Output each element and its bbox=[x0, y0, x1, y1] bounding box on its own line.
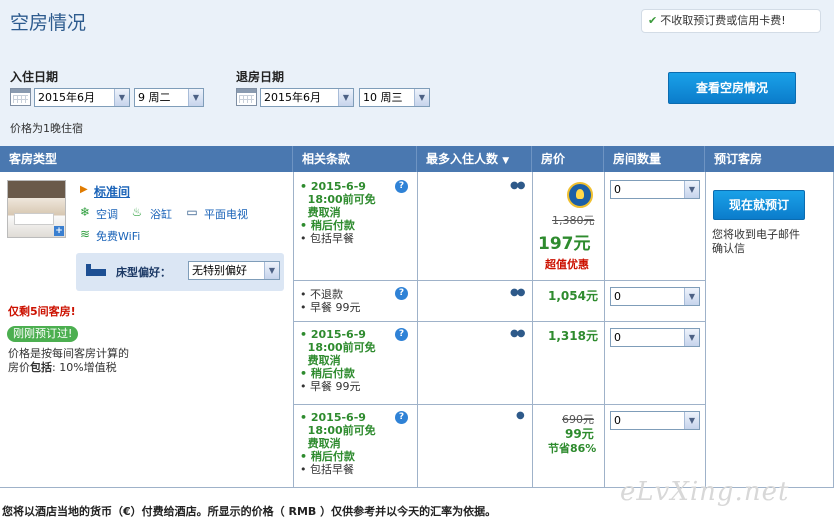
room-name-link[interactable]: 标准间 bbox=[94, 183, 130, 200]
last-rooms-alert: 仅剩5间客房! bbox=[8, 305, 76, 318]
checkout-day-select[interactable]: 10 周三 ▼ bbox=[359, 88, 430, 107]
price-per-night-note: 价格为1晚住宿 bbox=[10, 122, 83, 135]
rate-1-conditions: • 2015-6-9 18:00前可免 费取消 • 稍后付款 • 包括早餐 bbox=[300, 180, 376, 245]
bed-preference-select[interactable]: 无特别偏好 ▼ bbox=[188, 261, 280, 280]
rate-1-deal-label: 超值优惠 bbox=[545, 258, 589, 271]
checkin-label: 入住日期 bbox=[10, 70, 59, 84]
chevron-down-icon: ▼ bbox=[684, 181, 699, 198]
table-header: 客房类型 相关条款 最多入住人数 ▼ 房价 房间数量 预订客房 bbox=[0, 146, 834, 172]
sort-down-icon: ▼ bbox=[502, 156, 510, 166]
deal-badge-icon bbox=[567, 182, 593, 208]
chevron-down-icon: ▼ bbox=[684, 288, 699, 305]
one-person-icon: ● bbox=[516, 410, 525, 421]
checkout-label: 退房日期 bbox=[236, 70, 285, 84]
checkout-calendar-icon[interactable] bbox=[236, 88, 257, 106]
rate-3-quantity-select[interactable]: 0 ▼ bbox=[610, 328, 700, 347]
col-max-occupancy[interactable]: 最多入住人数 ▼ bbox=[417, 146, 532, 172]
help-icon[interactable]: ? bbox=[395, 287, 408, 300]
rate-4-conditions: • 2015-6-9 18:00前可免 费取消 • 稍后付款 • 包括早餐 bbox=[300, 411, 376, 476]
checkin-month-select[interactable]: 2015年6月 ▼ bbox=[34, 88, 130, 107]
checkmark-icon: ✔ bbox=[648, 14, 658, 27]
col-room-type: 客房类型 bbox=[0, 146, 293, 172]
room-photo[interactable]: + bbox=[7, 180, 66, 238]
two-persons-icon: ●● bbox=[510, 180, 526, 191]
chevron-down-icon: ▼ bbox=[684, 329, 699, 346]
col-quantity: 房间数量 bbox=[604, 146, 705, 172]
check-availability-button[interactable]: 查看空房情况 bbox=[668, 72, 796, 104]
checkin-calendar-icon[interactable] bbox=[10, 88, 31, 106]
help-icon[interactable]: ? bbox=[395, 411, 408, 424]
rate-3-conditions: • 2015-6-9 18:00前可免 费取消 • 稍后付款 • 早餐 99元 bbox=[300, 328, 376, 393]
grid-line bbox=[293, 172, 294, 488]
air-conditioning-icon: ❄ bbox=[79, 205, 91, 219]
rate-1-quantity-select[interactable]: 0 ▼ bbox=[610, 180, 700, 199]
grid-line bbox=[293, 404, 705, 405]
no-fee-badge: ✔ 不收取预订费或信用卡费! bbox=[641, 9, 821, 33]
rate-1-price: 197元 bbox=[538, 234, 591, 254]
rate-2-conditions: • 不退款 • 早餐 99元 bbox=[300, 288, 361, 314]
zoom-plus-icon: + bbox=[54, 226, 64, 236]
amenity-wifi: 免费WiFi bbox=[96, 230, 141, 243]
just-booked-badge: 刚刚预订过! bbox=[7, 326, 79, 342]
grid-line bbox=[293, 321, 705, 322]
chevron-down-icon: ▼ bbox=[264, 262, 279, 279]
bed-preference-label: 床型偏好： bbox=[116, 266, 171, 279]
chevron-down-icon: ▼ bbox=[114, 89, 129, 106]
col-price: 房价 bbox=[532, 146, 604, 172]
watermark: eLvXing.net bbox=[620, 477, 790, 507]
two-persons-icon: ●● bbox=[510, 328, 526, 339]
bed-icon bbox=[86, 264, 106, 277]
arrow-right-icon: ▶ bbox=[80, 184, 88, 195]
amenity-bathtub: 浴缸 bbox=[150, 208, 172, 221]
bed-preference-panel: 床型偏好： 无特别偏好 ▼ bbox=[76, 253, 284, 291]
price-calc-note: 价格是按每间客房计算的 房价包括: 10%增值税 bbox=[8, 347, 129, 374]
rate-1-old-price: 1,380元 bbox=[552, 214, 595, 227]
col-conditions: 相关条款 bbox=[293, 146, 417, 172]
rate-3-price: 1,318元 bbox=[548, 329, 598, 343]
help-icon[interactable]: ? bbox=[395, 180, 408, 193]
rate-4-quantity-select[interactable]: 0 ▼ bbox=[610, 411, 700, 430]
page-title: 空房情况 bbox=[10, 12, 87, 34]
grid-line bbox=[604, 172, 605, 488]
two-persons-icon: ●● bbox=[510, 287, 526, 298]
tv-icon: ▭ bbox=[186, 205, 198, 219]
chevron-down-icon: ▼ bbox=[188, 89, 203, 106]
col-book: 预订客房 bbox=[714, 152, 763, 166]
chevron-down-icon: ▼ bbox=[338, 89, 353, 106]
amenity-flat-tv: 平面电视 bbox=[204, 208, 248, 221]
currency-footnote: 您将以酒店当地的货币（€）付费给酒店。所显示的价格（ RMB ）仅供参考并以今天… bbox=[2, 505, 497, 518]
amenity-air-conditioning: 空调 bbox=[96, 208, 118, 221]
grid-line bbox=[532, 172, 533, 488]
chevron-down-icon: ▼ bbox=[684, 412, 699, 429]
grid-line bbox=[293, 280, 705, 281]
help-icon[interactable]: ? bbox=[395, 328, 408, 341]
book-now-button[interactable]: 现在就预订 bbox=[713, 190, 805, 220]
grid-line bbox=[705, 172, 706, 488]
email-confirmation-note: 您将收到电子邮件 确认信 bbox=[712, 228, 800, 255]
search-panel: 空房情况 ✔ 不收取预订费或信用卡费! 入住日期 2015年6月 ▼ 9 周二 ▼ 退… bbox=[0, 0, 834, 146]
checkin-day-select[interactable]: 9 周二 ▼ bbox=[134, 88, 204, 107]
rate-4-savings: 节省86% bbox=[548, 442, 597, 455]
grid-line bbox=[417, 172, 418, 488]
wifi-icon: ≋ bbox=[79, 227, 91, 241]
no-fee-text: 不收取预订费或信用卡费! bbox=[660, 14, 786, 27]
checkout-month-select[interactable]: 2015年6月 ▼ bbox=[260, 88, 354, 107]
rate-2-price: 1,054元 bbox=[548, 289, 598, 303]
chevron-down-icon: ▼ bbox=[414, 89, 429, 106]
bathtub-icon: ♨ bbox=[131, 205, 143, 219]
rate-2-quantity-select[interactable]: 0 ▼ bbox=[610, 287, 700, 306]
